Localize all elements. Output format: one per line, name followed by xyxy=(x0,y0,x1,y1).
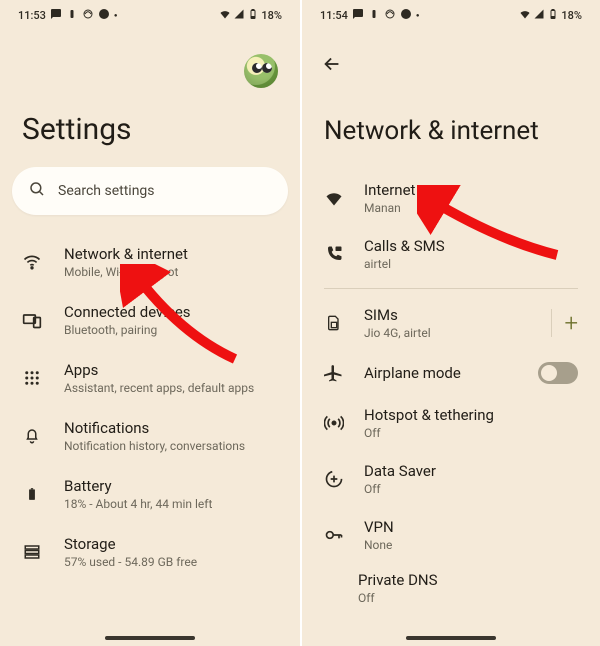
airplane-toggle[interactable] xyxy=(538,362,578,384)
status-time: 11:53 xyxy=(18,9,46,22)
status-bar: 11:53 ● 18% xyxy=(0,0,300,30)
search-placeholder: Search settings xyxy=(58,183,155,199)
item-title: Network & internet xyxy=(64,245,278,263)
item-internet[interactable]: Internet Manan xyxy=(302,170,600,226)
devices-icon xyxy=(22,310,42,330)
status-wifi-icon xyxy=(519,8,531,23)
item-sub: Mobile, Wi-Fi, hotspot xyxy=(64,265,278,279)
status-spotify-icon xyxy=(98,8,110,23)
status-bar: 11:54 ● 18% xyxy=(302,0,600,30)
item-sub: Off xyxy=(364,482,578,496)
item-title: Apps xyxy=(64,361,278,379)
item-notifications[interactable]: Notifications Notification history, conv… xyxy=(0,407,300,465)
item-title: Internet xyxy=(364,181,578,199)
item-sub: Bluetooth, pairing xyxy=(64,323,278,337)
status-dot-icon: ● xyxy=(114,12,118,19)
add-sim-button[interactable]: + xyxy=(551,309,578,337)
divider xyxy=(324,288,578,289)
sim-icon xyxy=(324,313,344,333)
item-title: Notifications xyxy=(64,419,278,437)
search-icon xyxy=(28,180,46,202)
nav-handle[interactable] xyxy=(406,636,496,640)
phone-icon xyxy=(324,244,344,264)
plane-icon xyxy=(324,363,344,383)
bell-icon xyxy=(22,426,42,446)
item-sims[interactable]: SIMs Jio 4G, airtel + xyxy=(302,295,600,351)
item-calls-sms[interactable]: Calls & SMS airtel xyxy=(302,226,600,282)
status-time: 11:54 xyxy=(320,9,348,22)
item-sub: Off xyxy=(364,426,578,440)
item-title: Battery xyxy=(64,477,278,495)
item-title: Connected devices xyxy=(64,303,278,321)
battery-icon xyxy=(22,484,42,504)
page-title: Network & internet xyxy=(302,76,600,170)
item-sub: Notification history, conversations xyxy=(64,439,278,453)
status-signal-icon xyxy=(233,8,245,23)
item-title: Hotspot & tethering xyxy=(364,406,578,424)
item-title: Airplane mode xyxy=(364,364,518,382)
item-storage[interactable]: Storage 57% used - 54.89 GB free xyxy=(0,523,300,581)
item-sub: airtel xyxy=(364,257,578,271)
status-chat-icon xyxy=(352,8,364,23)
item-sub: None xyxy=(364,538,578,552)
item-airplane-mode[interactable]: Airplane mode xyxy=(302,351,600,395)
item-sub: 18% - About 4 hr, 44 min left xyxy=(64,497,278,511)
item-title: Calls & SMS xyxy=(364,237,578,255)
status-chat-icon xyxy=(50,8,62,23)
item-data-saver[interactable]: Data Saver Off xyxy=(302,451,600,507)
hotspot-icon xyxy=(324,413,344,433)
status-wifi-icon xyxy=(219,8,231,23)
avatar[interactable] xyxy=(244,54,278,88)
item-title: Data Saver xyxy=(364,462,578,480)
status-spotify-icon xyxy=(400,8,412,23)
item-sub: Off xyxy=(358,591,578,605)
item-private-dns[interactable]: Private DNS Off xyxy=(302,563,600,605)
status-battery-pct: 18% xyxy=(261,9,282,22)
status-battery-icon xyxy=(247,8,259,23)
apps-icon xyxy=(22,368,42,388)
back-button[interactable] xyxy=(320,52,344,76)
network-pane: 11:54 ● 18% Network & internet Internet … xyxy=(300,0,600,646)
item-sub: 57% used - 54.89 GB free xyxy=(64,555,278,569)
item-network-internet[interactable]: Network & internet Mobile, Wi-Fi, hotspo… xyxy=(0,233,300,291)
item-sub: Jio 4G, airtel xyxy=(364,326,531,340)
item-battery[interactable]: Battery 18% - About 4 hr, 44 min left xyxy=(0,465,300,523)
nav-handle[interactable] xyxy=(105,636,195,640)
wifi-icon xyxy=(22,252,42,272)
item-sub: Assistant, recent apps, default apps xyxy=(64,381,278,395)
item-connected-devices[interactable]: Connected devices Bluetooth, pairing xyxy=(0,291,300,349)
page-title: Settings xyxy=(0,88,300,167)
settings-pane: 11:53 ● 18% xyxy=(0,0,300,646)
key-icon xyxy=(324,525,344,545)
wifi-solid-icon xyxy=(324,188,344,208)
item-title: Storage xyxy=(64,535,278,553)
item-title: VPN xyxy=(364,518,578,536)
item-sub: Manan xyxy=(364,201,578,215)
status-dot-icon: ● xyxy=(416,12,420,19)
item-title: SIMs xyxy=(364,306,531,324)
item-hotspot[interactable]: Hotspot & tethering Off xyxy=(302,395,600,451)
status-signal-icon xyxy=(533,8,545,23)
status-battery-pct: 18% xyxy=(561,9,582,22)
status-battery-icon xyxy=(547,8,559,23)
status-carrier-icon xyxy=(384,8,396,23)
item-apps[interactable]: Apps Assistant, recent apps, default app… xyxy=(0,349,300,407)
storage-icon xyxy=(22,542,42,562)
search-input[interactable]: Search settings xyxy=(12,167,288,215)
status-battery-dot-icon xyxy=(66,8,78,23)
item-vpn[interactable]: VPN None xyxy=(302,507,600,563)
status-battery-dot-icon xyxy=(368,8,380,23)
datasaver-icon xyxy=(324,469,344,489)
item-title: Private DNS xyxy=(358,571,578,589)
status-carrier-icon xyxy=(82,8,94,23)
